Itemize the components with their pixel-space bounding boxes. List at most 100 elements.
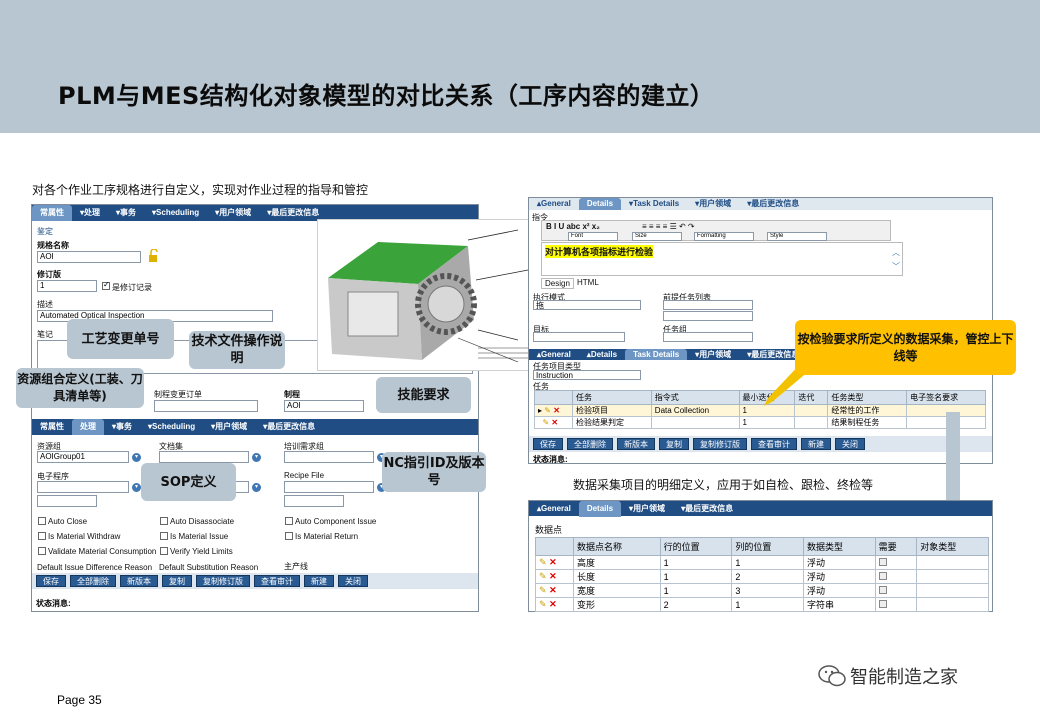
required-checkbox[interactable] (878, 585, 887, 594)
edit-icon[interactable]: ✎ (539, 599, 547, 609)
task-new-button[interactable]: 新建 (801, 438, 831, 450)
recipe-file-input[interactable] (284, 481, 374, 493)
task-close-button[interactable]: 关闭 (835, 438, 865, 450)
tab2-last-change[interactable]: ▾最后更改信息 (255, 419, 323, 435)
e-procedure-dropdown-icon[interactable]: ▾ (132, 483, 141, 492)
new-button[interactable]: 新建 (304, 575, 334, 587)
auto-disassociate-checkbox[interactable] (160, 517, 168, 525)
table-row[interactable]: ✎ ✕ 变形 2 1 字符串 (535, 597, 989, 612)
close-button[interactable]: 关闭 (338, 575, 368, 587)
task-copy-button[interactable]: 复制 (659, 438, 689, 450)
document-set-input[interactable] (159, 451, 249, 463)
tab2-scheduling[interactable]: ▾Scheduling (140, 419, 203, 435)
edit-icon[interactable]: ✎ (539, 571, 547, 581)
tab2-transaction[interactable]: ▾事务 (104, 419, 140, 435)
tab-dp-user-field[interactable]: ▾用户领域 (621, 501, 673, 517)
instruction-editor[interactable]: 对计算机各项指标进行检验 ︿ ﹀ (541, 242, 903, 276)
task-delete-all-button[interactable]: 全部删除 (567, 438, 613, 450)
material-return-checkbox[interactable] (285, 532, 293, 540)
resource-group-dropdown-icon[interactable]: ▾ (132, 453, 141, 462)
validate-consumption-checkbox[interactable] (38, 547, 46, 555)
tab2-general[interactable]: ▴General (529, 349, 579, 360)
recipe-file-rev-input[interactable] (284, 495, 344, 507)
scroll-down-icon[interactable]: ﹀ (892, 261, 900, 272)
design-tab[interactable]: Design (541, 278, 574, 289)
tab-transaction[interactable]: ▾事务 (108, 205, 144, 221)
required-checkbox[interactable] (878, 599, 887, 608)
material-issue-checkbox[interactable] (160, 532, 168, 540)
exec-mode-select[interactable]: 拖 (533, 300, 641, 310)
tab2-process[interactable]: 处理 (72, 419, 104, 435)
tab-scheduling[interactable]: ▾Scheduling (144, 205, 207, 221)
tab-details[interactable]: Details (578, 198, 622, 210)
tab-user-field[interactable]: ▾用户领域 (207, 205, 259, 221)
e-procedure-input[interactable] (37, 481, 129, 493)
delete-all-button[interactable]: 全部删除 (70, 575, 116, 587)
material-withdraw-checkbox[interactable] (38, 532, 46, 540)
verify-yield-checkbox[interactable] (160, 547, 168, 555)
align-icons[interactable]: ≡ ≡ ≡ ≡ ☰ ↶ ↷ (642, 222, 695, 231)
table-row[interactable]: ✎ ✕ 高度 1 1 浮动 (535, 555, 989, 570)
required-checkbox[interactable] (878, 557, 887, 566)
e-procedure-rev-input[interactable] (37, 495, 97, 507)
html-tab[interactable]: HTML (577, 278, 599, 287)
auto-component-issue-checkbox[interactable] (285, 517, 293, 525)
auto-close-checkbox[interactable] (38, 517, 46, 525)
training-req-input[interactable] (284, 451, 374, 463)
spec-name-input[interactable]: AOI (37, 251, 141, 263)
tab2-user-field[interactable]: ▾用户领域 (203, 419, 255, 435)
delete-icon[interactable]: ✕ (553, 406, 560, 415)
task-save-button[interactable]: 保存 (533, 438, 563, 450)
delete-icon[interactable]: ✕ (549, 557, 557, 567)
task-item-type-select[interactable]: Instruction (533, 370, 641, 380)
view-audit-button[interactable]: 查看审计 (254, 575, 300, 587)
tab-dp-details[interactable]: Details (578, 500, 622, 517)
bold-icon[interactable]: B I U abc x² x₂ (546, 222, 600, 231)
tab-general[interactable]: ▴General (529, 198, 579, 210)
document-set-dropdown-icon[interactable]: ▾ (252, 453, 261, 462)
tab2-user-field[interactable]: ▾用户领域 (687, 349, 739, 360)
prev-task-input[interactable] (663, 300, 753, 310)
new-version-button[interactable]: 新版本 (120, 575, 158, 587)
table-row[interactable]: ✎ ✕ 长度 1 2 浮动 (535, 569, 989, 584)
task-copy-revision-button[interactable]: 复制修订版 (693, 438, 747, 450)
task-view-audit-button[interactable]: 查看审计 (751, 438, 797, 450)
sop-dropdown-icon[interactable]: ▾ (252, 483, 261, 492)
tab2-details[interactable]: ▴Details (579, 349, 625, 360)
tab-common-attr[interactable]: 常属性 (32, 205, 72, 221)
font-select[interactable]: Font (568, 232, 618, 241)
delete-icon[interactable]: ✕ (549, 571, 557, 581)
size-select[interactable]: Size (632, 232, 682, 241)
tab-dp-last-change[interactable]: ▾最后更改信息 (673, 501, 741, 517)
copy-button[interactable]: 复制 (162, 575, 192, 587)
process-input[interactable]: AOI (284, 400, 364, 412)
revision-input[interactable]: 1 (37, 280, 97, 292)
save-button[interactable]: 保存 (36, 575, 66, 587)
tab-process[interactable]: ▾处理 (72, 205, 108, 221)
tab-user-field-r[interactable]: ▾用户领域 (687, 198, 739, 210)
required-checkbox[interactable] (878, 571, 887, 580)
tab2-task-details[interactable]: Task Details (625, 349, 688, 360)
is-revision-record-checkbox[interactable] (102, 280, 110, 290)
change-order-input[interactable] (154, 400, 258, 412)
task-new-version-button[interactable]: 新版本 (617, 438, 655, 450)
table-row[interactable]: ✎ ✕ 宽度 1 3 浮动 (535, 583, 989, 598)
tab-task-details[interactable]: ▾Task Details (621, 198, 687, 210)
edit-icon[interactable]: ✎ (544, 406, 551, 415)
copy-revision-button[interactable]: 复制修订版 (196, 575, 250, 587)
delete-icon[interactable]: ✕ (551, 418, 558, 427)
prev-task-input-2[interactable] (663, 311, 753, 321)
target-input[interactable] (533, 332, 625, 342)
tab-dp-general[interactable]: ▴General (529, 501, 579, 517)
scroll-up-icon[interactable]: ︿ (892, 247, 900, 258)
tab2-common-attr[interactable]: 常属性 (32, 419, 72, 435)
formatting-select[interactable]: Formatting (694, 232, 754, 241)
edit-icon[interactable]: ✎ (539, 557, 547, 567)
delete-icon[interactable]: ✕ (549, 585, 557, 595)
task-group-input[interactable] (663, 332, 753, 342)
table-row[interactable]: ✎ ✕ 检验结果判定 1 结果制程任务 (534, 416, 986, 429)
delete-icon[interactable]: ✕ (549, 599, 557, 609)
edit-icon[interactable]: ✎ (542, 418, 549, 427)
tab-last-change-r[interactable]: ▾最后更改信息 (739, 198, 807, 210)
edit-icon[interactable]: ✎ (539, 585, 547, 595)
